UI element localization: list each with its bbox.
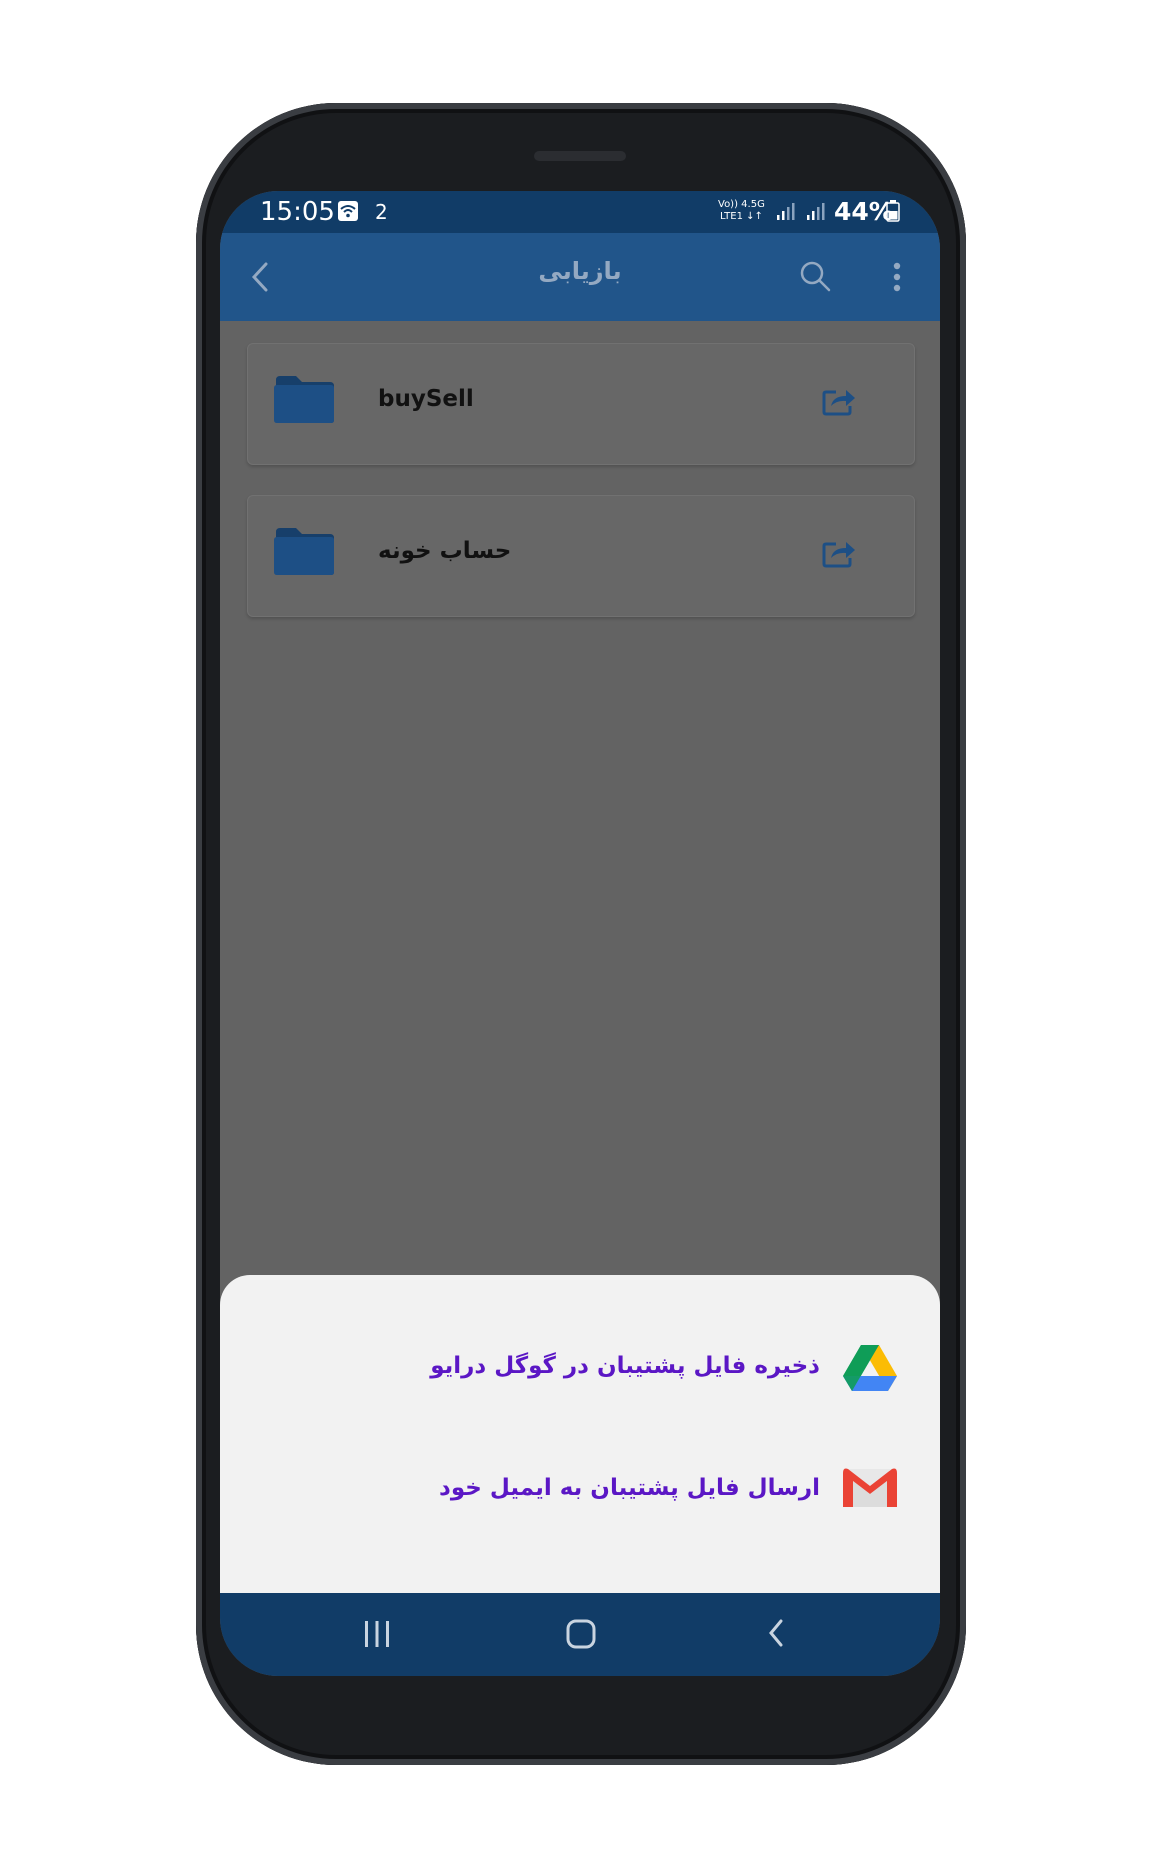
folder-name: حساب خونه [378, 538, 512, 564]
network-top-label: Vo)) 4.5G [718, 199, 765, 210]
back-icon[interactable] [766, 1617, 786, 1653]
signal-icon-secondary [806, 201, 828, 225]
gmail-icon [842, 1465, 898, 1513]
page-title: بازیابی [538, 257, 622, 285]
folder-card[interactable]: buySell [247, 343, 915, 465]
phone-screen: 15:05 2 Vo)) 4.5G LTE1 ↓↑ 44% بازیابی bu… [220, 191, 940, 1676]
status-bar: 15:05 2 Vo)) 4.5G LTE1 ↓↑ 44% [220, 191, 940, 233]
wifi-icon [338, 201, 358, 225]
app-toolbar: بازیابی [220, 233, 940, 321]
option-label: ارسال فایل پشتیبان به ایمیل خود [439, 1475, 820, 1501]
search-icon[interactable] [798, 259, 832, 297]
google-drive-icon [842, 1343, 898, 1397]
share-icon[interactable] [822, 384, 856, 420]
more-vertical-icon[interactable] [892, 261, 902, 297]
battery-icon [886, 200, 900, 226]
folder-icon [274, 374, 336, 428]
google-drive-backup-option[interactable]: ذخیره فایل پشتیبان در گوگل درایو [220, 1325, 940, 1415]
folder-icon [274, 526, 336, 580]
folder-card[interactable]: حساب خونه [247, 495, 915, 617]
network-indicator: Vo)) 4.5G LTE1 ↓↑ [718, 199, 765, 223]
phone-earpiece [534, 151, 626, 161]
network-bottom-label: LTE1 ↓↑ [719, 211, 763, 222]
recents-icon[interactable] [362, 1619, 392, 1653]
system-navigation-bar [220, 1593, 940, 1676]
signal-icon [776, 201, 798, 225]
backup-options-sheet: ذخیره فایل پشتیبان در گوگل درایو ارسال ف… [220, 1275, 940, 1593]
folder-name: buySell [378, 386, 474, 412]
share-icon[interactable] [822, 536, 856, 572]
home-icon[interactable] [565, 1618, 597, 1654]
battery-percent: 44% [834, 197, 894, 226]
email-backup-option[interactable]: ارسال فایل پشتیبان به ایمیل خود [220, 1447, 940, 1537]
status-time: 15:05 [260, 197, 335, 227]
option-label: ذخیره فایل پشتیبان در گوگل درایو [430, 1353, 820, 1379]
notification-count: 2 [375, 200, 388, 224]
chevron-left-icon[interactable] [250, 261, 270, 297]
